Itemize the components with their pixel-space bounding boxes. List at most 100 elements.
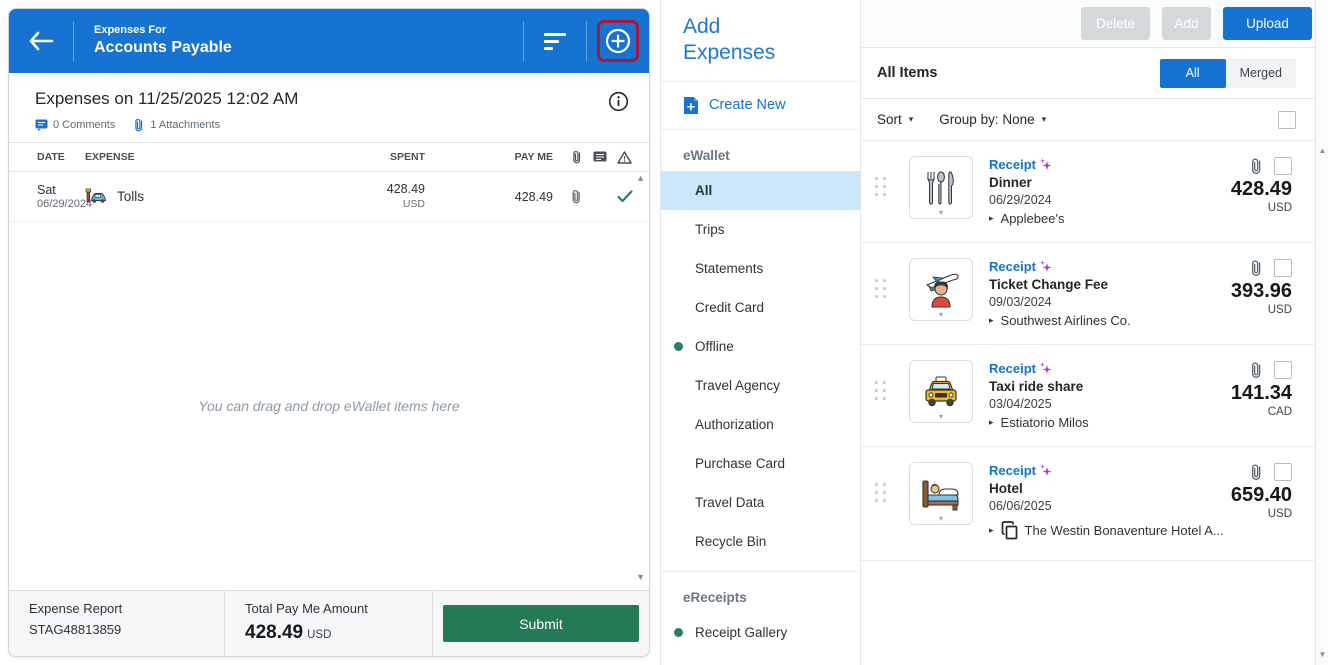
report-header-titles: Expenses For Accounts Payable [74,23,523,58]
item-currency: USD [1231,304,1292,316]
scroll-down-arrow[interactable]: ▼ [636,572,645,582]
item-date: 09/03/2024 [989,295,1131,309]
report-header-title: Accounts Payable [94,38,523,59]
scroll-down-arrow[interactable]: ▼ [1317,650,1328,659]
receipt-item-ticket-change-fee[interactable]: ▾ Receipt Ticket Change Fee 09/03/2024 ▸… [861,243,1314,345]
add-expenses-panel: Add Expenses Create New eWallet All Trip… [660,0,861,665]
all-items-header: All Items All Merged [861,48,1328,99]
delete-button[interactable]: Delete [1081,7,1150,40]
item-checkbox[interactable] [1274,361,1292,379]
item-vendor-expander[interactable]: ▸ Estiatorio Milos [989,415,1089,430]
paperclip-icon [133,118,145,132]
sidebar-item-authorization[interactable]: Authorization [661,405,860,444]
report-body: Expenses on 11/25/2025 12:02 AM 0 Commen… [9,73,649,590]
chevron-down-icon: ▾ [1042,114,1047,125]
upload-button[interactable]: Upload [1223,7,1312,40]
column-payme: PAY ME [425,151,553,163]
item-checkbox[interactable] [1274,259,1292,277]
drag-handle-icon[interactable] [875,177,886,196]
receipt-link[interactable]: Receipt [989,157,1064,172]
total-payme-currency: USD [307,629,331,641]
expense-type-selector[interactable]: ▾ [909,462,973,525]
sidebar-item-purchase-card[interactable]: Purchase Card [661,444,860,483]
submit-button[interactable]: Submit [443,605,639,642]
add-expense-button[interactable] [587,9,649,73]
sidebar-item-credit-card[interactable]: Credit Card [661,288,860,327]
items-scrollbar[interactable]: ▲ ▼ [1315,0,1328,665]
toggle-merged[interactable]: Merged [1226,59,1296,88]
all-merged-toggle: All Merged [1160,59,1296,88]
create-new-button[interactable]: Create New [661,82,860,129]
item-title: Dinner [989,175,1064,190]
drag-handle-icon[interactable] [875,483,886,502]
item-vendor-expander[interactable]: ▸ Southwest Airlines Co. [989,313,1131,328]
vendor-name: Southwest Airlines Co. [1001,313,1131,328]
plus-circle-icon [603,26,633,56]
back-arrow-icon [28,31,54,51]
report-header-subtitle: Expenses For [94,23,523,37]
bed-icon [920,477,962,511]
receipt-link[interactable]: Receipt [989,361,1089,376]
item-date: 03/04/2025 [989,397,1089,411]
airplane-traveler-icon [921,271,961,309]
report-date-title: Expenses on 11/25/2025 12:02 AM [35,89,298,109]
expense-app-page: Expenses For Accounts Payable Expe [0,0,1328,665]
scroll-up-arrow[interactable]: ▲ [636,173,645,183]
sort-group-row: Sort ▾ Group by: None ▾ [861,99,1328,141]
comments-count[interactable]: 0 Comments [35,119,115,131]
total-payme-amount: 428.49 [245,622,303,643]
receipt-item-taxi-ride-share[interactable]: ▾ Receipt Taxi ride share 03/04/2025 ▸ E… [861,345,1314,447]
receipt-link[interactable]: Receipt [989,463,1224,478]
sidebar-item-statements[interactable]: Statements [661,249,860,288]
sidebar-item-recycle-bin[interactable]: Recycle Bin [661,522,860,561]
item-title: Ticket Change Fee [989,277,1131,292]
spent-currency: USD [335,198,425,211]
select-all-checkbox[interactable] [1278,111,1296,129]
chevron-down-icon: ▾ [939,412,943,421]
row-attachment-icon[interactable] [570,189,583,204]
add-button[interactable]: Add [1162,7,1211,40]
vendor-name: The Westin Bonaventure Hotel A... [1025,523,1224,538]
info-icon[interactable] [608,91,629,112]
sidebar-item-travel-agency[interactable]: Travel Agency [661,366,860,405]
ereceipts-section-header: eReceipts [661,572,860,613]
expense-type-selector[interactable]: ▾ [909,360,973,423]
receipt-link[interactable]: Receipt [989,259,1131,274]
sidebar-item-travel-data[interactable]: Travel Data [661,483,860,522]
paperclip-icon [1249,361,1264,379]
drag-handle-icon[interactable] [875,381,886,400]
group-by-dropdown[interactable]: Group by: None ▾ [939,112,1046,127]
sidebar-item-trips[interactable]: Trips [661,210,860,249]
item-checkbox[interactable] [1274,157,1292,175]
ewallet-items-panel: Delete Add Upload All Items All Merged S… [861,0,1328,665]
expense-report-id: STAG48813859 [29,622,224,637]
create-new-label: Create New [709,97,786,113]
item-vendor-expander[interactable]: ▸ The Westin Bonaventure Hotel A... [989,521,1224,540]
sort-expenses-button[interactable] [524,9,586,73]
scroll-up-arrow[interactable]: ▲ [1317,146,1328,155]
items-toolbar: Delete Add Upload [861,0,1328,48]
total-payme-label: Total Pay Me Amount [245,601,432,616]
receipt-item-hotel[interactable]: ▾ Receipt Hotel 06/06/2025 ▸ The Westin … [861,447,1314,561]
receipt-item-dinner[interactable]: ▾ Receipt Dinner 06/29/2024 ▸ Applebee's [861,141,1314,243]
chevron-right-icon: ▸ [989,315,994,326]
expense-type-selector[interactable]: ▾ [909,258,973,321]
toggle-all[interactable]: All [1160,59,1226,88]
sidebar-item-offline[interactable]: Offline [661,327,860,366]
expense-type-selector[interactable]: ▾ [909,156,973,219]
sidebar-item-receipt-gallery[interactable]: Receipt Gallery [661,613,860,652]
expense-row[interactable]: Sat 06/29/2024 Tolls [9,172,649,222]
paperclip-icon [1249,259,1264,277]
green-status-dot [674,342,683,351]
receipt-items-list: ▾ Receipt Dinner 06/29/2024 ▸ Applebee's [861,141,1328,561]
sidebar-item-all[interactable]: All [661,171,860,210]
report-footer: Expense Report STAG48813859 Total Pay Me… [9,590,649,656]
attachments-count[interactable]: 1 Attachments [133,118,220,132]
item-checkbox[interactable] [1274,463,1292,481]
add-expenses-title: Add Expenses [661,0,811,81]
spent-amount: 428.49 [335,182,425,198]
drag-handle-icon[interactable] [875,279,886,298]
sort-dropdown[interactable]: Sort ▾ [877,112,913,127]
back-button[interactable] [9,31,73,51]
item-vendor-expander[interactable]: ▸ Applebee's [989,211,1064,226]
